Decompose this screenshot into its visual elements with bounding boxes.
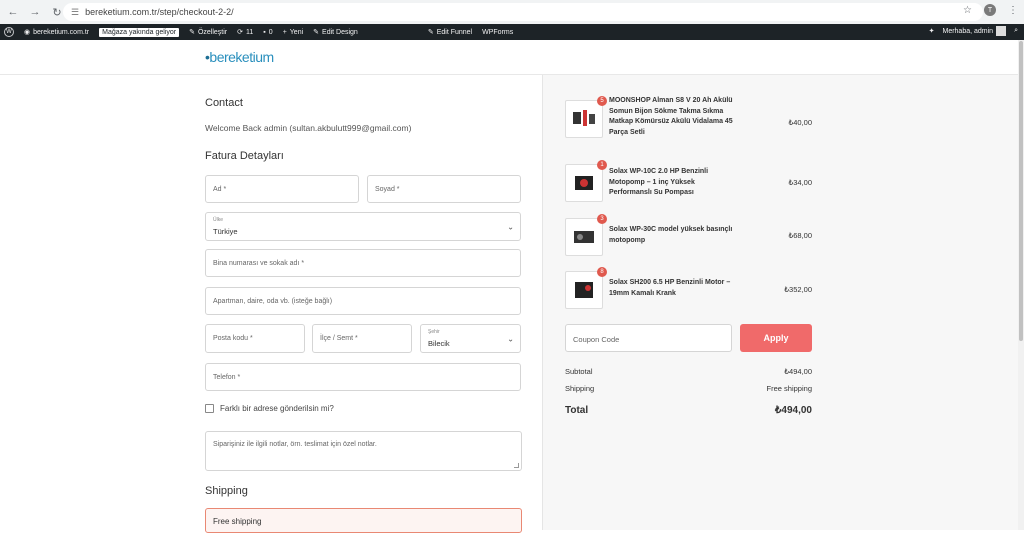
ship-different-label: Farklı bir adrese gönderilsin mi? [220,404,334,413]
admin-avatar [996,26,1007,36]
district-field[interactable]: İlçe / Semt * [312,324,412,353]
product-price: ₺68,00 [788,231,812,240]
chevron-down-icon: ⌄ [507,334,514,343]
resize-handle-icon[interactable] [514,463,519,468]
subtotal-row: Subtotal ₺494,00 [565,367,812,376]
quantity-badge: 1 [597,160,607,170]
product-thumbnail [565,271,603,309]
product-name: Solax WP-30C model yüksek basınçlı motop… [609,226,733,244]
motopump-icon [574,231,594,243]
quantity-badge: 3 [597,214,607,224]
updates-link[interactable]: ⟳ 11 [237,28,253,37]
total-row: Total ₺494,00 [565,405,812,416]
pencil-icon: ✎ [313,29,320,36]
browser-toolbar: ← → ↻ ☰ bereketium.com.tr/step/checkout-… [0,0,1024,24]
pencil-icon: ✎ [427,29,434,36]
billing-heading: Fatura Detayları [205,150,284,162]
quantity-badge: 8 [597,267,607,277]
adminbar-spacer [358,28,418,36]
plus-icon: + [282,28,287,36]
street-address-field[interactable]: Bina numarası ve sokak adı * [205,249,521,277]
wordpress-logo-icon[interactable]: W [4,27,14,37]
contact-heading: Contact [205,97,243,109]
shipping-option-free[interactable]: Free shipping [205,508,522,533]
browser-menu-icon[interactable]: ⋮ [1008,5,1018,16]
site-logo[interactable]: •bereketium [205,49,274,65]
country-select[interactable]: Ülke Türkiye ⌄ [205,212,521,241]
order-item: 5 MOONSHOP Alman S8 V 20 Ah Akülü Somun … [565,96,812,140]
profile-avatar[interactable]: T [984,4,996,16]
bookmark-star-icon[interactable]: ☆ [963,5,972,16]
address-bar[interactable]: ☰ bereketium.com.tr/step/checkout-2-2/ [63,3,983,21]
product-thumbnail [565,164,603,202]
product-price: ₺40,00 [788,118,812,127]
product-thumbnail [565,218,603,256]
order-item: 8 Solax SH200 6.5 HP Benzinli Motor – 19… [565,267,812,311]
last-name-field[interactable]: Soyad * [367,175,521,203]
ship-different-checkbox[interactable] [205,404,214,413]
product-price: ₺352,00 [784,285,812,294]
first-name-field[interactable]: Ad * [205,175,359,203]
scrollbar-thumb[interactable] [1019,41,1023,341]
drill-set-icon [573,110,595,126]
apply-coupon-button[interactable]: Apply [740,324,812,352]
search-icon[interactable]: ⌕ [1014,27,1018,35]
edit-funnel-link[interactable]: ✎ Edit Funnel [427,28,472,37]
welcome-message: Welcome Back admin (sultan.akbulutt999@g… [205,123,412,133]
product-thumbnail [565,100,603,138]
quantity-badge: 5 [597,96,607,106]
wpforms-link[interactable]: WPForms [482,29,513,36]
product-name: Solax WP-10C 2.0 HP Benzinli Motopomp – … [609,168,709,196]
edit-design-link[interactable]: ✎ Edit Design [313,28,358,37]
order-notes-textarea[interactable]: Siparişiniz ile ilgili notlar, örn. tesl… [205,431,522,471]
account-menu[interactable]: Merhaba, admin [942,26,1007,36]
water-pump-icon [575,176,593,190]
brush-icon: ✎ [189,29,195,36]
customize-link[interactable]: ✎ Özelleştir [189,28,227,37]
product-price: ₺34,00 [788,178,812,187]
product-name: Solax SH200 6.5 HP Benzinli Motor – 19mm… [609,279,731,297]
coming-soon-badge[interactable]: Mağaza yakında geliyor [99,27,180,37]
engine-icon [575,282,593,298]
admin-site-link[interactable]: ◉ bereketium.com.tr [24,28,89,37]
chevron-down-icon: ⌄ [507,222,514,231]
city-select[interactable]: Şehir Bilecik ⌄ [420,324,521,353]
dashboard-icon: ◉ [24,29,31,36]
apartment-field[interactable]: Apartman, daire, oda vb. (isteğe bağlı) [205,287,521,315]
order-item: 3 Solax WP-30C model yüksek basınçlı mot… [565,214,812,258]
url-text: bereketium.com.tr/step/checkout-2-2/ [85,7,234,17]
shipping-heading: Shipping [205,485,248,497]
comment-icon: ▪ [263,28,266,36]
site-header: •bereketium [0,40,1024,75]
order-item: 1 Solax WP-10C 2.0 HP Benzinli Motopomp … [565,160,812,204]
back-icon[interactable]: ← [4,3,22,21]
comments-link[interactable]: ▪ 0 [263,29,272,36]
ship-different-row[interactable]: Farklı bir adrese gönderilsin mi? [205,404,334,413]
phone-field[interactable]: Telefon * [205,363,521,391]
ai-sparkle-icon[interactable]: ✦ [929,27,935,35]
coupon-input[interactable]: Coupon Code [565,324,732,352]
wp-admin-bar: W ◉ bereketium.com.tr Mağaza yakında geli… [0,24,1024,40]
product-name: MOONSHOP Alman S8 V 20 Ah Akülü Somun Bi… [609,97,733,136]
new-content-link[interactable]: + Yeni [283,29,303,36]
updates-icon: ⟳ [237,29,244,36]
forward-icon[interactable]: → [26,3,44,21]
shipping-row: Shipping Free shipping [565,384,812,393]
site-info-icon[interactable]: ☰ [71,7,79,18]
postcode-field[interactable]: Posta kodu * [205,324,305,353]
